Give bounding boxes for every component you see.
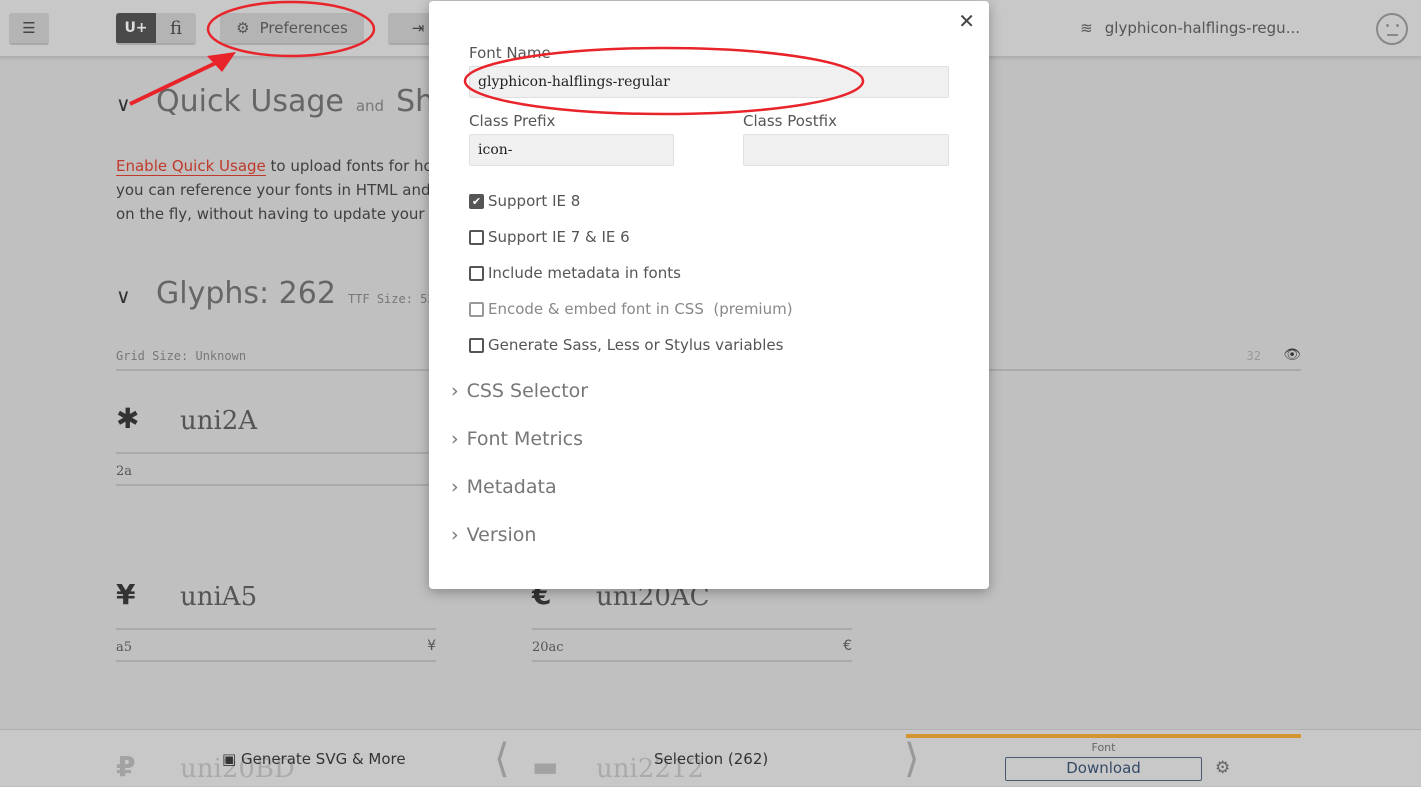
gear-icon[interactable]: ⚙ [1215,758,1230,778]
desc-line1: to upload fonts for hos [265,157,436,175]
encode-embed-checkbox[interactable]: Encode & embed font in CSS (premium) [469,300,793,318]
class-prefix-input[interactable] [469,134,674,166]
class-postfix-label: Class Postfix [743,112,837,130]
chevron-down-icon: ∨ [116,92,131,116]
chevron-right-icon: › [451,524,459,546]
checkbox-icon [469,229,484,245]
generate-variables-checkbox[interactable]: Generate Sass, Less or Stylus variables [469,336,783,354]
glyphs-heading[interactable]: ∨ Glyphs: 262 TTF Size: 539 [116,276,442,311]
preferences-label: Preferences [259,19,348,37]
gear-icon: ⚙ [236,19,250,37]
support-ie8-checkbox[interactable]: ✔ Support IE 8 [469,192,580,210]
generate-svg-button[interactable]: ▣ Generate SVG & More [222,750,406,768]
font-metrics-section[interactable]: › Font Metrics [451,428,583,450]
font-name-input[interactable] [469,66,949,98]
option-label: Generate Sass, Less or Stylus variables [488,336,784,354]
chevron-down-icon: ∨ [116,284,131,308]
bottom-bar: ₽ uni20BD ▬ uni2212 ▣ Generate SVG & More … [0,729,1421,786]
chevron-right-icon: › [451,428,459,450]
preferences-button[interactable]: ⚙ Preferences [220,13,364,45]
metadata-section[interactable]: › Metadata [451,476,557,498]
glyph-char: € [843,638,852,654]
arrow-to-bar-icon: ⇥ [411,19,425,37]
font-download-tab: Font Download ⚙ [906,734,1301,787]
preferences-modal: ✕ Font Name Class Prefix Class Postfix ✔… [429,1,989,589]
grid-size: Grid Size: Unknown [116,349,247,363]
selection-tab[interactable]: Selection (262) [654,750,768,768]
desc-line2: you can reference your fonts in HTML and… [116,181,436,199]
checkbox-icon [469,265,484,281]
glyph-code[interactable]: 2a [116,464,132,479]
font-name-label: Font Name [469,44,551,62]
section-label: Version [466,524,537,546]
section-label: Metadata [466,476,557,498]
version-section[interactable]: › Version [451,524,536,546]
ttf-size: TTF Size: 539 [347,292,442,306]
download-button[interactable]: Download [1005,757,1202,781]
glyph-size-value[interactable]: 32 [1247,349,1261,363]
chevron-right-icon: › [451,476,459,498]
class-prefix-label: Class Prefix [469,112,556,130]
chevron-left-icon[interactable]: ⟨ [494,736,510,782]
section-label: CSS Selector [466,380,589,402]
glyphs-title: Glyphs: 262 [156,276,336,311]
section-label: Font Metrics [466,428,583,450]
ligature-toggle[interactable]: ﬁ [156,13,196,45]
eye-icon[interactable]: 👁 [1283,347,1301,363]
user-avatar-icon[interactable] [1376,13,1408,45]
unicode-toggle[interactable]: U+ [116,13,156,45]
close-icon[interactable]: ✕ [958,9,975,33]
option-label: Support IE 8 [488,192,581,210]
quick-usage-title: Quick Usage [156,84,344,119]
quick-usage-description: Enable Quick Usage to upload fonts for h… [116,154,436,226]
image-icon: ▣ [222,750,237,768]
desc-line3: on the fly, without having to update you… [116,205,436,223]
enable-quick-usage-link[interactable]: Enable Quick Usage [116,157,266,176]
css-selector-section[interactable]: › CSS Selector [451,380,588,402]
generate-label: Generate SVG & More [240,750,406,768]
glyph-code[interactable]: a5 [116,640,132,655]
option-label: Encode & embed font in CSS (premium) [488,300,793,318]
include-metadata-checkbox[interactable]: Include metadata in fonts [469,264,681,282]
glyph-preview: ¥ [116,578,136,611]
glyph-preview: ✱ [116,402,140,435]
glyph-name[interactable]: uni2A [180,406,257,436]
checkbox-icon [469,301,484,317]
glyph-char: ¥ [427,638,436,654]
current-font-name: glyphicon-halflings-regu... [1104,19,1300,37]
quick-usage-heading[interactable]: ∨ Quick Usage and Shar [116,84,465,119]
chevron-right-icon: › [451,380,459,402]
checkbox-icon [469,337,484,353]
class-postfix-input[interactable] [743,134,949,166]
glyph-preview: ₽ [116,750,136,783]
current-font[interactable]: ≋ glyphicon-halflings-regu... [1080,19,1300,37]
glyph-code[interactable]: 20ac [532,640,564,655]
and-text: and [355,97,385,115]
font-label: Font [1091,741,1116,754]
option-label: Include metadata in fonts [488,264,681,282]
layers-icon: ≋ [1080,19,1093,37]
menu-button[interactable]: ☰ [9,13,49,45]
glyph-name[interactable]: uniA5 [180,582,257,612]
support-ie7-checkbox[interactable]: Support IE 7 & IE 6 [469,228,630,246]
glyph-preview: ▬ [532,750,559,783]
checkbox-checked-icon: ✔ [469,193,484,209]
option-label: Support IE 7 & IE 6 [488,228,630,246]
hamburger-icon: ☰ [22,19,36,37]
